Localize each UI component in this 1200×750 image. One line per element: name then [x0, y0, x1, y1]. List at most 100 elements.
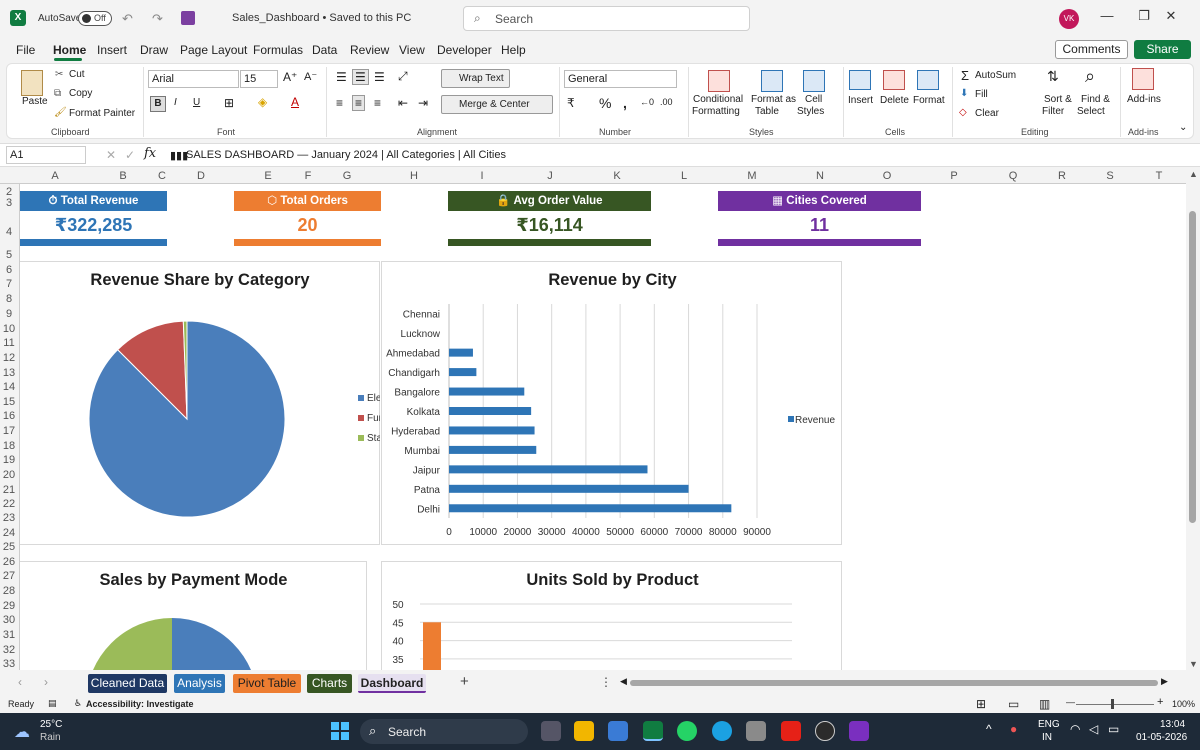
chart-revenue-by-city[interactable]: Revenue by City 0 10000 20000 30000 40000 500…	[381, 261, 842, 545]
column-header[interactable]: K	[584, 170, 650, 182]
row-header[interactable]: 7	[0, 278, 18, 290]
delete-cells-icon[interactable]	[883, 70, 905, 90]
chart-revenue-share-by-category[interactable]: Revenue Share by Category EleFurSta	[20, 261, 380, 545]
row-header[interactable]: 25	[0, 541, 18, 553]
add-sheet-icon[interactable]: +	[460, 673, 469, 690]
excel-taskbar-icon[interactable]	[643, 721, 663, 741]
row-header[interactable]: 18	[0, 440, 18, 452]
task-view-icon[interactable]	[541, 721, 561, 741]
addins-button[interactable]: Add-ins	[1127, 94, 1161, 105]
conditional-formatting-icon[interactable]	[708, 70, 730, 92]
avatar[interactable]: VK	[1059, 9, 1079, 29]
scroll-thumb[interactable]	[1189, 211, 1196, 523]
middle-align-icon[interactable]: ☰	[352, 69, 369, 85]
column-header[interactable]: D	[168, 170, 234, 182]
menu-help[interactable]: Help	[501, 43, 526, 57]
h-scroll-thumb[interactable]	[630, 680, 1158, 686]
zoom-out-icon[interactable]: —	[1066, 697, 1075, 707]
chatgpt-icon[interactable]	[815, 721, 835, 741]
cell-styles-label1[interactable]: Cell	[805, 94, 822, 105]
clear-button[interactable]: Clear	[975, 108, 999, 119]
format-cells-icon[interactable]	[917, 70, 939, 90]
bottom-align-icon[interactable]: ☰	[374, 70, 385, 84]
font-name-select[interactable]: Arial	[148, 70, 239, 88]
column-header[interactable]: T	[1134, 170, 1184, 182]
close-icon[interactable]: ✕	[1160, 8, 1182, 28]
language-2[interactable]: IN	[1042, 732, 1052, 743]
cut-icon[interactable]: ✂	[55, 69, 63, 80]
column-header[interactable]: P	[920, 170, 988, 182]
menu-view[interactable]: View	[399, 43, 425, 57]
column-header[interactable]: A	[20, 170, 90, 182]
macro-icon[interactable]: ▤	[48, 698, 57, 709]
autosum-icon[interactable]: Σ	[961, 68, 969, 83]
conditional-formatting-label1[interactable]: Conditional	[693, 94, 743, 105]
column-header[interactable]: C	[156, 170, 168, 182]
clear-icon[interactable]: ◇	[959, 107, 967, 118]
zoom-level[interactable]: 100%	[1172, 699, 1195, 709]
decrease-decimal-icon[interactable]: .00	[660, 97, 673, 107]
scroll-right-icon[interactable]: ▶	[1161, 676, 1168, 687]
app-icon[interactable]	[746, 721, 766, 741]
grow-font-icon[interactable]: A⁺	[283, 70, 297, 84]
menu-page-layout[interactable]: Page Layout	[180, 43, 247, 57]
addins-icon[interactable]	[1132, 68, 1154, 90]
format-as-table-label2[interactable]: Table	[755, 106, 779, 117]
merge-center-button[interactable]: Merge & Center	[441, 95, 553, 114]
accessibility-icon[interactable]: ♿	[74, 698, 82, 709]
paste-button[interactable]: Paste	[22, 96, 48, 107]
sheet-tab-analysis[interactable]: Analysis	[174, 674, 225, 693]
row-header[interactable]: 9	[0, 308, 18, 320]
edge-icon[interactable]	[712, 721, 732, 741]
autosave-toggle[interactable]: Off	[78, 11, 112, 26]
row-header[interactable]: 31	[0, 629, 18, 641]
row-header[interactable]: 15	[0, 396, 18, 408]
format-painter-button[interactable]: Format Painter	[69, 108, 135, 119]
row-header[interactable]: 21	[0, 484, 18, 496]
clock-time[interactable]: 13:04	[1160, 719, 1185, 730]
zoom-slider[interactable]	[1076, 704, 1154, 705]
collapse-ribbon-icon[interactable]: ⌄	[1179, 122, 1187, 133]
sheet-tab-pivot-table[interactable]: Pivot Table	[233, 674, 301, 693]
row-header[interactable]: 20	[0, 469, 18, 481]
column-header[interactable]: I	[448, 170, 516, 182]
zoom-in-icon[interactable]: +	[1157, 696, 1163, 708]
formula-content[interactable]: SALES DASHBOARD — January 2024 | All Cat…	[186, 149, 506, 161]
column-header[interactable]: H	[380, 170, 448, 182]
sort-filter-label2[interactable]: Filter	[1042, 106, 1064, 117]
zoom-handle[interactable]	[1111, 699, 1114, 709]
percent-icon[interactable]: %	[599, 95, 611, 111]
weather-desc[interactable]: Rain	[40, 732, 61, 743]
accounting-format-icon[interactable]: ₹	[567, 96, 575, 110]
column-header[interactable]: B	[90, 170, 156, 182]
store-icon[interactable]	[608, 721, 628, 741]
snipping-tool-icon[interactable]	[849, 721, 869, 741]
row-header[interactable]: 19	[0, 454, 18, 466]
copy-icon[interactable]: ⧉	[54, 88, 61, 99]
chart-units-sold-by-product[interactable]: Units Sold by Product 50 45 40 35	[381, 561, 842, 670]
file-explorer-icon[interactable]	[574, 721, 594, 741]
menu-data[interactable]: Data	[312, 43, 337, 57]
insert-cells-icon[interactable]	[849, 70, 871, 90]
scroll-down-icon[interactable]: ▼	[1189, 659, 1198, 669]
column-header[interactable]: L	[650, 170, 718, 182]
normal-view-icon[interactable]: ⊞	[976, 697, 986, 711]
row-header[interactable]: 6	[0, 264, 18, 276]
row-header[interactable]: 16	[0, 410, 18, 422]
row-header[interactable]: 17	[0, 425, 18, 437]
name-box[interactable]: A1	[6, 146, 86, 164]
row-header[interactable]: 23	[0, 512, 18, 524]
column-header[interactable]: F	[302, 170, 314, 182]
row-header[interactable]: 4	[0, 226, 18, 238]
wifi-icon[interactable]: ◠	[1070, 722, 1080, 736]
function-icon[interactable]: fx	[144, 146, 156, 161]
redo-icon[interactable]: ↷	[152, 11, 163, 27]
more-options-icon[interactable]: ⋮	[600, 675, 612, 689]
comma-style-icon[interactable]: ,	[623, 95, 627, 111]
row-header[interactable]: 33	[0, 658, 18, 670]
fill-icon[interactable]: ⬇	[960, 88, 968, 99]
row-header[interactable]: 13	[0, 367, 18, 379]
column-header[interactable]: J	[516, 170, 584, 182]
column-header[interactable]: G	[314, 170, 380, 182]
cancel-formula-icon[interactable]: ✕	[106, 148, 116, 162]
